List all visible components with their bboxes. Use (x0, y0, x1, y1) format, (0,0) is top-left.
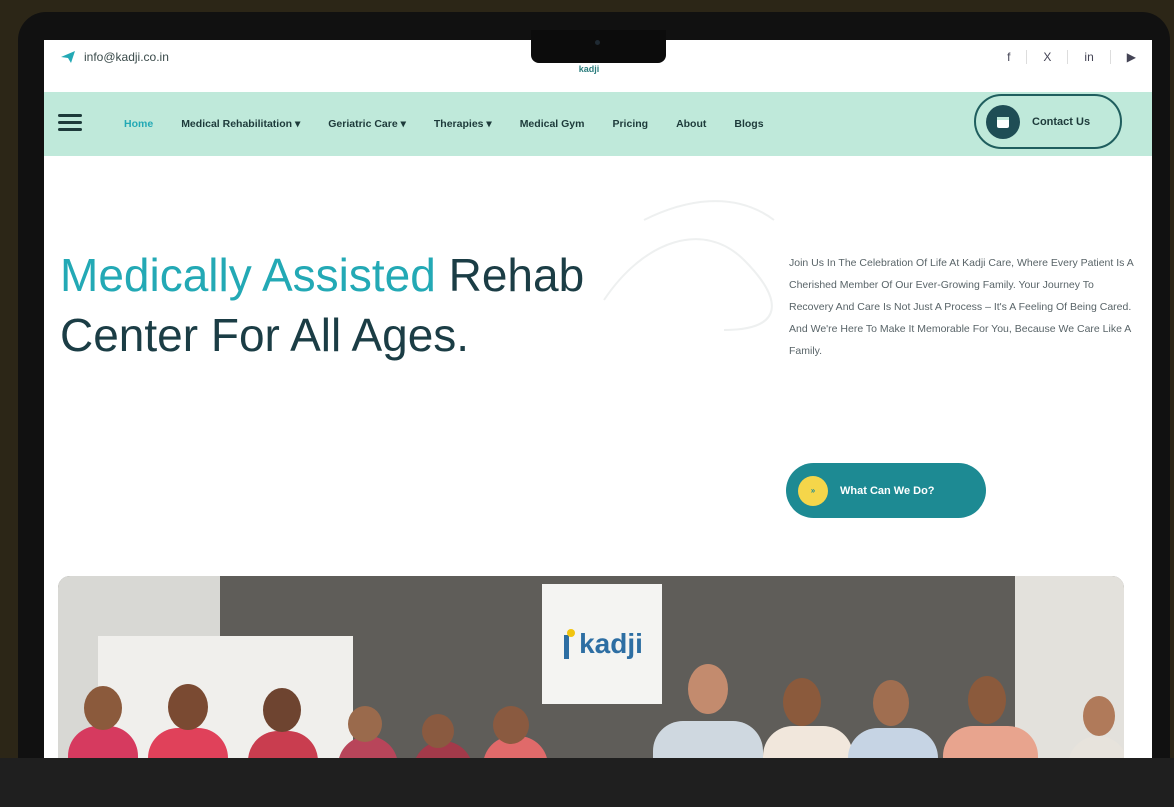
person (653, 721, 763, 758)
person (84, 686, 122, 730)
laptop-base (0, 758, 1174, 807)
kadji-sign: kadji (542, 584, 662, 704)
person (348, 706, 382, 742)
youtube-icon[interactable]: ▶ (1127, 50, 1136, 64)
hero-title-rest: Rehab (435, 249, 585, 301)
kadji-logo-icon (564, 629, 576, 659)
person (688, 664, 728, 714)
nav-item-pricing[interactable]: Pricing (612, 118, 648, 130)
contact-us-button[interactable]: Contact Us (974, 94, 1122, 149)
person (873, 680, 909, 726)
nav-item-medical-rehabilitation[interactable]: Medical Rehabilitation ▾ (181, 118, 300, 130)
email-text: info@kadji.co.in (84, 50, 169, 64)
arrow-icon: » (798, 475, 828, 506)
nav-item-medical-gym[interactable]: Medical Gym (520, 118, 585, 130)
hero-title-line2: Center For All Ages. (60, 309, 470, 361)
person (1083, 696, 1115, 736)
hero-title-accent: Medically Assisted (60, 249, 436, 301)
nav-item-therapies[interactable]: Therapies ▾ (434, 118, 492, 130)
person (763, 726, 853, 758)
hero-title: Medically Assisted Rehab Center For All … (60, 245, 584, 365)
x-icon[interactable]: X (1043, 50, 1051, 64)
camera-icon (595, 40, 600, 45)
social-links: f X in ▶ (1007, 50, 1136, 64)
linkedin-icon[interactable]: in (1084, 50, 1093, 64)
camera-notch (531, 30, 666, 63)
nav-item-about[interactable]: About (676, 118, 706, 130)
person (968, 676, 1006, 724)
email-link[interactable]: info@kadji.co.in (60, 50, 169, 64)
person (168, 684, 208, 730)
nav-item-home[interactable]: Home (124, 118, 153, 130)
person (493, 706, 529, 744)
decorative-swirl (603, 200, 775, 331)
calendar-icon (986, 104, 1020, 139)
person (422, 714, 454, 748)
hamburger-menu-icon[interactable] (58, 114, 82, 132)
paper-plane-icon (61, 51, 75, 63)
divider (1109, 50, 1111, 64)
nav-item-blogs[interactable]: Blogs (734, 118, 763, 130)
divider (1067, 50, 1069, 64)
site-logo[interactable]: kadji (549, 64, 629, 78)
what-can-we-do-button[interactable]: » What Can We Do? (786, 463, 986, 518)
team-photo: kadji (58, 576, 1124, 758)
nav-item-geriatric-care[interactable]: Geriatric Care ▾ (328, 118, 406, 130)
kadji-sign-text: kadji (579, 628, 643, 659)
person (848, 728, 938, 758)
person (783, 678, 821, 726)
nav-items: Home Medical Rehabilitation ▾ Geriatric … (124, 92, 764, 156)
cta-label: What Can We Do? (840, 484, 935, 497)
person (943, 726, 1038, 758)
divider (1026, 50, 1028, 64)
contact-us-label: Contact Us (1032, 115, 1091, 128)
hero-description: Join Us In The Celebration Of Life At Ka… (789, 257, 1134, 357)
photo-cabinet (98, 636, 353, 758)
browser-screen: info@kadji.co.in kadji f X in ▶ Home Med… (44, 40, 1152, 758)
facebook-icon[interactable]: f (1007, 50, 1010, 64)
person (263, 688, 301, 732)
